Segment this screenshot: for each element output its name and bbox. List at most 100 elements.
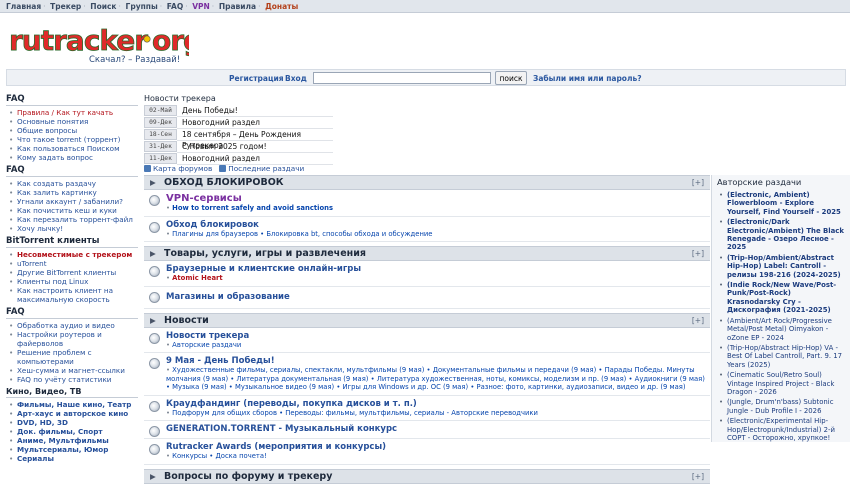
category-link[interactable]: Арт-хаус и авторское кино [17,409,128,418]
client-link[interactable]: Как настроить клиент на максимальную ско… [17,286,113,304]
faq-link[interactable]: Как создать раздачу [17,179,96,188]
toggle-button[interactable]: [+] [692,249,704,258]
expand-arrow-icon: ▶ [150,471,156,481]
category-link[interactable]: Фильмы, Наше кино, Театр [17,400,131,409]
forum-title[interactable]: Браузерные и клиентские онлайн-игры [166,264,361,274]
faq-link[interactable]: Основные понятия [17,117,88,126]
release-link[interactable]: (Jungle, Drum'n'bass) Subtonic Jungle - … [727,398,834,414]
news-link[interactable]: С Новым 2025 годом! [177,141,333,153]
faq-link[interactable]: Кому задать вопрос [17,153,93,162]
news-date: 18-Сен [144,129,177,140]
news-date: 11-Дек [144,153,177,164]
category-link[interactable]: Мультсериалы, Юмор [17,445,108,454]
forum-title[interactable]: GENERATION.TORRENT - Музыкальный конкурс [166,424,397,434]
client-link[interactable]: Несовместимые с трекером [17,250,132,259]
toggle-button[interactable]: [+] [692,178,704,187]
toggle-button[interactable]: [+] [692,472,704,481]
latest-releases-link[interactable]: Последние раздачи [228,164,304,173]
rss-icon [219,165,227,172]
faq-section-3: FAQ Обработка аудио и видео Настройки ро… [6,307,138,384]
faq-link[interactable]: Угнали аккаунт / забанили? [17,197,123,206]
subforum-links[interactable]: Конкурсы • Доска почета! [172,452,267,460]
faq-link[interactable]: Как пользоваться Поиском [17,144,120,153]
faq-link[interactable]: Что такое torrent (торрент) [17,135,120,144]
nav-home[interactable]: Главная [6,2,41,11]
nav-faq[interactable]: FAQ [167,2,183,11]
release-link[interactable]: (Trip-Hop/Abstract Hip-Hop) VA - Best Of… [727,344,842,369]
forum-row: Новости трекера • Авторские раздачи [144,328,710,353]
client-link[interactable]: Другие BitTorrent клиенты [17,268,116,277]
subforum-link[interactable]: Авторские раздачи [172,341,241,349]
client-link[interactable]: Клиенты под Linux [17,277,88,286]
faq-link[interactable]: Общие вопросы [17,126,77,135]
subforum-link[interactable]: Atomic Heart [172,274,222,282]
forum-icon [149,195,160,206]
release-link[interactable]: (Trip-Hop/Ambient/Abstract Hip-Hop) Labe… [727,254,841,279]
search-button[interactable]: поиск [495,71,527,85]
category-header[interactable]: ▶ Вопросы по форуму и трекеру [+] [144,468,710,484]
category-header[interactable]: ▶ Новости [+] [144,312,710,328]
author-releases-panel: Авторские раздачи (Electronic, Ambient) … [711,175,850,442]
login-link[interactable]: Вход [285,74,307,83]
release-link[interactable]: (Electronic/Dark Electronic/Ambient) The… [727,218,844,251]
forum-title[interactable]: Магазины и образование [166,292,290,302]
search-input[interactable] [313,72,491,84]
forum-icon [149,221,160,233]
faq-link[interactable]: Как перезалить торрент-файл [17,215,133,224]
nav-vpn[interactable]: VPN [192,2,210,11]
category-link[interactable]: Аниме, Мультфильмы [17,436,109,445]
forum-title[interactable]: Краудфандинг (переводы, покупка дисков и… [166,399,417,409]
faq-link[interactable]: FAQ по учёту статистики [17,375,111,384]
faq-link[interactable]: Как залить картинку [17,188,97,197]
release-link[interactable]: (Electronic, Ambient) Flowerbloom - Expl… [727,191,841,216]
release-link[interactable]: (Ambient/Art Rock/Progressive Metal/Post… [727,317,832,342]
faq-link[interactable]: Как почистить кеш и куки [17,206,117,215]
subforum-links[interactable]: Художественные фильмы, сериалы, спектакл… [166,366,705,391]
nav-tracker[interactable]: Трекер [50,2,81,11]
forum-title[interactable]: VPN-сервисы [166,193,242,204]
forum-title[interactable]: Rutracker Awards (мероприятия и конкурсы… [166,442,386,452]
faq-link[interactable]: Хеш-сумма и магнет-ссылки [17,366,125,375]
category-link[interactable]: Док. фильмы, Спорт [17,427,103,436]
subforum-links[interactable]: Подфорум для общих сборов • Переводы: фи… [172,409,538,417]
toggle-button[interactable]: [+] [692,316,704,325]
release-link[interactable]: (Cinematic Soul/Retro Soul) Vintage Insp… [727,371,834,396]
forum-icon [149,291,160,303]
nav-groups[interactable]: Группы [126,2,158,11]
subforum-link[interactable]: Плагины для браузеров • Блокировка bt, с… [172,230,432,238]
forum-title[interactable]: 9 Мая - День Победы! [166,356,275,366]
tracker-news: Новости трекера 02-Май День Победы! 09-Д… [144,94,714,165]
faq-link[interactable]: Решение проблем с компьютерами [17,348,92,366]
faq-link[interactable]: Обработка аудио и видео [17,321,115,330]
release-link[interactable]: (Electronic/Experimental Hip-Hop/Electro… [727,417,835,442]
forum-map-links: Карта форумов Последние раздачи [144,164,304,173]
release-link[interactable]: (Indie Rock/New Wave/Post-Punk/Post-Rock… [727,281,836,314]
category-link[interactable]: Сериалы [17,454,54,463]
news-link[interactable]: Новогодний раздел [177,117,333,129]
forum-icon [149,266,160,277]
forum-list: ▶ ОБХОД БЛОКИРОВОК [+] VPN-сервисы • How… [144,175,710,484]
nav-donate[interactable]: Донаты [265,2,298,11]
forum-title[interactable]: Новости трекера [166,331,249,341]
forum-title[interactable]: Обход блокировок [166,220,259,230]
category-header[interactable]: ▶ Товары, услуги, игры и развлечения [+] [144,246,710,261]
forum-map-link[interactable]: Карта форумов [153,164,212,173]
client-link[interactable]: uTorrent [17,259,47,268]
faq-link[interactable]: Хочу лычку! [17,224,63,233]
left-sidebar: FAQ Правила / Как тут качать Основные по… [6,94,138,466]
faq-link[interactable]: Правила / Как тут качать [17,108,113,117]
site-logo[interactable]: rutracker org Скачал? – Раздавай! [9,22,204,68]
category-header[interactable]: ▶ ОБХОД БЛОКИРОВОК [+] [144,175,710,190]
section-title: Кино, Видео, ТВ [6,387,138,398]
map-icon [144,165,151,172]
news-link[interactable]: 18 сентября – День Рождения Рутрекера [177,129,333,150]
news-link[interactable]: День Победы! [177,105,333,117]
register-link[interactable]: Регистрация [229,74,284,83]
forgot-password-link[interactable]: Забыли имя или пароль? [533,74,642,83]
category-link[interactable]: DVD, HD, 3D [17,418,68,427]
nav-search[interactable]: Поиск [90,2,116,11]
subforum-link[interactable]: How to torrent safely and avoid sanction… [172,204,333,212]
nav-rules[interactable]: Правила [219,2,256,11]
faq-link[interactable]: Настройки роутеров и файерволов [17,330,102,348]
expand-arrow-icon: ▶ [150,178,156,187]
